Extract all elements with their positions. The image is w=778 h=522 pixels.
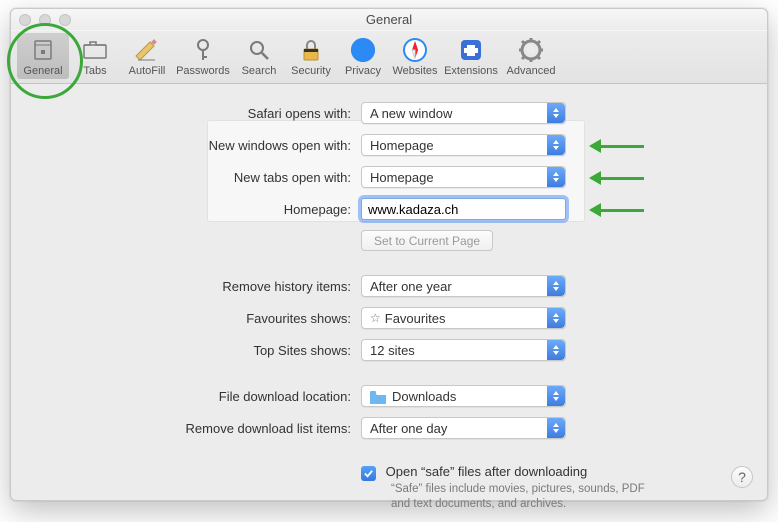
open-safe-label: Open “safe” files after downloading: [386, 464, 588, 479]
gear-icon: [501, 35, 561, 65]
folder-icon: [370, 391, 386, 404]
chevron-updown-icon: [547, 340, 565, 360]
label-remove-downloads: Remove download list items:: [31, 421, 361, 436]
chevron-updown-icon: [547, 308, 565, 328]
chevron-updown-icon: [547, 103, 565, 123]
check-icon: [363, 468, 374, 479]
top-sites-select[interactable]: 12 sites: [361, 339, 566, 361]
tab-websites[interactable]: Websites: [389, 33, 441, 79]
tab-general[interactable]: General: [17, 33, 69, 79]
preferences-window: General General Tabs AutoFill Passwords: [10, 8, 768, 501]
favourites-select[interactable]: ☆ Favourites: [361, 307, 566, 329]
chevron-updown-icon: [547, 418, 565, 438]
tab-tabs[interactable]: Tabs: [69, 33, 121, 79]
tab-privacy[interactable]: Privacy: [337, 33, 389, 79]
label-favourites: Favourites shows:: [31, 311, 361, 326]
set-current-page-button[interactable]: Set to Current Page: [361, 230, 493, 251]
star-icon: ☆: [370, 311, 381, 325]
tab-search[interactable]: Search: [233, 33, 285, 79]
tab-security[interactable]: Security: [285, 33, 337, 79]
label-new-tabs: New tabs open with:: [31, 170, 361, 185]
titlebar: General: [11, 9, 767, 31]
label-safari-opens: Safari opens with:: [31, 106, 361, 121]
tab-autofill[interactable]: AutoFill: [121, 33, 173, 79]
key-icon: [173, 35, 233, 65]
close-icon[interactable]: [19, 14, 31, 26]
window-title: General: [366, 12, 412, 27]
compass-icon: [389, 35, 441, 65]
safari-opens-select[interactable]: A new window: [361, 102, 566, 124]
safe-files-help-text: “Safe” files include movies, pictures, s…: [391, 482, 661, 512]
tabs-icon: [69, 35, 121, 65]
preferences-toolbar: General Tabs AutoFill Passwords Search: [11, 31, 767, 84]
tab-extensions[interactable]: Extensions: [441, 33, 501, 79]
new-windows-select[interactable]: Homepage: [361, 134, 566, 156]
lock-icon: [285, 35, 337, 65]
window-controls[interactable]: [19, 14, 71, 26]
new-tabs-select[interactable]: Homepage: [361, 166, 566, 188]
label-new-windows: New windows open with:: [31, 138, 361, 153]
zoom-icon[interactable]: [59, 14, 71, 26]
minimize-icon[interactable]: [39, 14, 51, 26]
remove-downloads-select[interactable]: After one day: [361, 417, 566, 439]
chevron-updown-icon: [547, 276, 565, 296]
chevron-updown-icon: [547, 135, 565, 155]
search-icon: [233, 35, 285, 65]
homepage-input[interactable]: [361, 198, 566, 220]
label-remove-history: Remove history items:: [31, 279, 361, 294]
chevron-updown-icon: [547, 167, 565, 187]
label-homepage: Homepage:: [31, 202, 361, 217]
extensions-icon: [441, 35, 501, 65]
remove-history-select[interactable]: After one year: [361, 275, 566, 297]
general-icon: [17, 35, 69, 65]
tab-advanced[interactable]: Advanced: [501, 33, 561, 79]
preferences-body: Safari opens with: A new window New wind…: [11, 84, 767, 522]
label-top-sites: Top Sites shows:: [31, 343, 361, 358]
download-location-select[interactable]: Downloads: [361, 385, 566, 407]
chevron-updown-icon: [547, 386, 565, 406]
label-download-loc: File download location:: [31, 389, 361, 404]
open-safe-checkbox[interactable]: [361, 466, 376, 481]
tab-passwords[interactable]: Passwords: [173, 33, 233, 79]
autofill-icon: [121, 35, 173, 65]
privacy-icon: [337, 35, 389, 65]
